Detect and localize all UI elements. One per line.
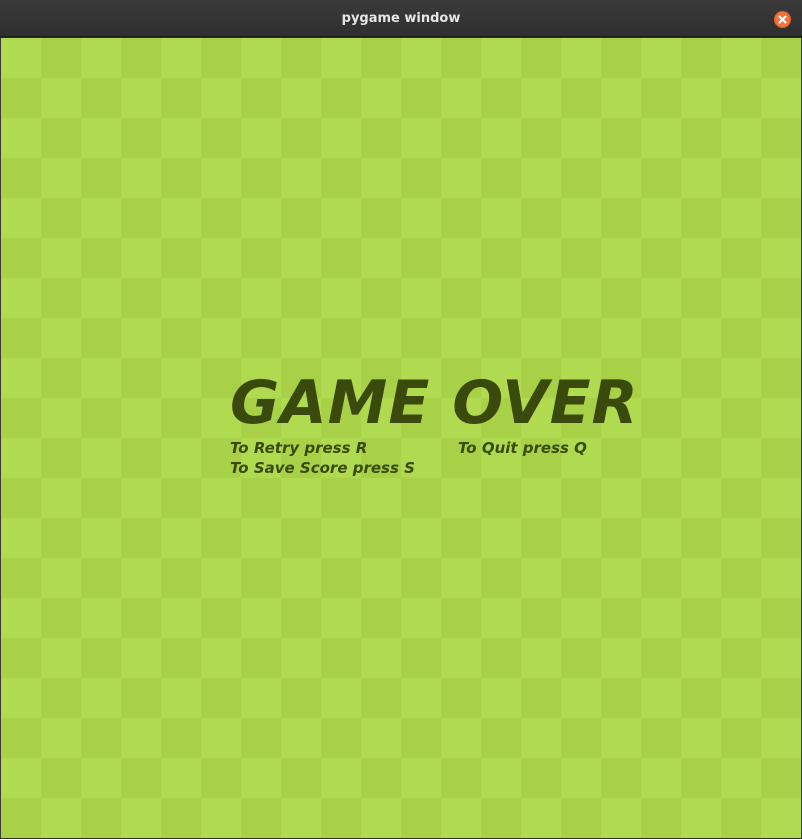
pygame-window: pygame window GAME OVER To Retry press R… (0, 0, 802, 839)
save-score-hint: To Save Score press S (230, 459, 415, 477)
close-icon (778, 15, 787, 24)
close-button[interactable] (774, 11, 791, 28)
retry-hint: To Retry press R (230, 439, 368, 457)
quit-hint: To Quit press Q (458, 439, 587, 457)
window-title: pygame window (341, 11, 461, 26)
title-bar[interactable]: pygame window (0, 0, 802, 37)
game-over-title: GAME OVER (230, 368, 639, 438)
game-board[interactable] (1, 38, 801, 838)
